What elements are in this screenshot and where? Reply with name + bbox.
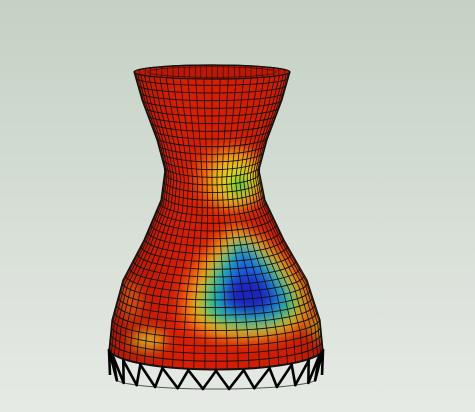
support-column (242, 368, 256, 390)
support-column (290, 363, 297, 387)
support-column (122, 359, 138, 387)
support-column (268, 366, 279, 389)
support-column (176, 368, 190, 390)
tower-render[interactable] (0, 0, 475, 412)
support-column (275, 363, 293, 389)
support-column (135, 363, 142, 387)
support-column (139, 363, 157, 389)
support-column (153, 366, 164, 389)
support-column (294, 359, 310, 387)
tower-shell[interactable] (100, 50, 340, 373)
support-column (214, 369, 231, 391)
support-column (187, 368, 205, 391)
support-column (227, 368, 245, 391)
support-column (161, 366, 180, 390)
support-column (252, 366, 271, 390)
model-viewport[interactable] (0, 0, 475, 412)
support-column (201, 369, 218, 391)
